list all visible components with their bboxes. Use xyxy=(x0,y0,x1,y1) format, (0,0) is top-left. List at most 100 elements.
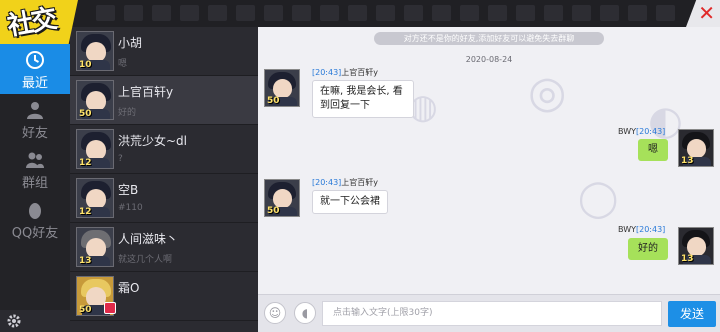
avatar: 13 xyxy=(76,227,114,267)
logo-text: 社交 xyxy=(5,4,58,42)
deco-tile xyxy=(432,5,451,21)
contact-item[interactable]: 50 霜O xyxy=(70,272,258,321)
deco-tile xyxy=(320,5,339,21)
watermark-decoration: ◎ xyxy=(528,67,567,118)
sender-name: 上官百轩y xyxy=(341,68,379,77)
nav-item-label: QQ好友 xyxy=(11,226,59,241)
contact-name: 霜O xyxy=(118,281,140,295)
contact-name: 上官百轩y xyxy=(118,85,174,99)
contact-item[interactable]: 13 人间滋味丶 就这几个人啊 xyxy=(70,223,258,272)
avatar: 12 xyxy=(76,178,114,218)
message-sender: [20:43]上官百轩y xyxy=(312,67,378,78)
friend-notice: 对方还不是你的好友,添加好友可以避免失去群聊 xyxy=(374,32,604,45)
voice-icon: ◖ xyxy=(301,306,309,320)
deco-tile xyxy=(124,5,143,21)
deco-tile xyxy=(96,5,115,21)
gear-icon[interactable] xyxy=(6,313,22,329)
date-divider: 2020-08-24 xyxy=(465,55,513,64)
level-badge: 50 xyxy=(79,305,92,315)
message-sender: [20:43]上官百轩y xyxy=(312,177,378,188)
deco-tile xyxy=(376,5,395,21)
nav-footer xyxy=(0,310,70,332)
nav-item-friends[interactable]: 好友 xyxy=(0,94,70,144)
deco-tile xyxy=(292,5,311,21)
message-bubble: 好的 xyxy=(628,238,668,260)
message-time: [20:43] xyxy=(312,68,342,77)
avatar[interactable]: 13 xyxy=(678,129,714,167)
voice-button[interactable]: ◖ xyxy=(294,302,316,324)
deco-tile xyxy=(180,5,199,21)
social-window: ✕ 社交 最近 好友 群组 QQ好友 10 小胡 嗯 50 上官百轩y 好的 1… xyxy=(0,0,720,332)
level-badge: 13 xyxy=(681,156,694,166)
contact-item[interactable]: 12 洪荒少女~dl ? xyxy=(70,125,258,174)
contact-last-message: ? xyxy=(118,154,123,164)
message-input[interactable]: 点击输入文字(上限30字) xyxy=(322,301,662,326)
avatar: 50 xyxy=(76,80,114,120)
message-sender: BWY[20:43] xyxy=(618,127,665,136)
nav-item-recent[interactable]: 最近 xyxy=(0,44,70,94)
message-time: [20:43] xyxy=(636,127,666,136)
avatar[interactable]: 50 xyxy=(264,179,300,217)
level-badge: 50 xyxy=(79,109,92,119)
avatar: 12 xyxy=(76,129,114,169)
vip-badge-icon xyxy=(104,302,116,314)
contact-last-message: 好的 xyxy=(118,108,137,118)
contact-item[interactable]: 50 上官百轩y 好的 xyxy=(70,76,258,125)
clock-icon xyxy=(26,51,44,69)
nav-item-qq-friends[interactable]: QQ好友 xyxy=(0,194,70,244)
level-badge: 50 xyxy=(267,96,280,106)
message-bubble: 嗯 xyxy=(638,139,668,161)
avatar[interactable]: 13 xyxy=(678,227,714,265)
deco-tile xyxy=(208,5,227,21)
message-sender: BWY[20:43] xyxy=(618,225,665,234)
contact-item[interactable]: 10 小胡 嗯 xyxy=(70,27,258,76)
contact-name: 洪荒少女~dl xyxy=(118,134,188,148)
contact-last-message: 嗯 xyxy=(118,59,128,69)
deco-tile xyxy=(152,5,171,21)
deco-tile xyxy=(264,5,283,21)
level-badge: 13 xyxy=(79,256,92,266)
level-badge: 12 xyxy=(79,158,92,168)
sender-name: BWY xyxy=(618,127,636,136)
deco-tile xyxy=(236,5,255,21)
contact-last-message: 就这几个人啊 xyxy=(118,255,173,265)
avatar[interactable]: 50 xyxy=(264,69,300,107)
message-bubble: 就一下公会裙 xyxy=(312,190,388,214)
contact-name: 人间滋味丶 xyxy=(118,232,179,246)
contact-item[interactable]: 12 空B #110 xyxy=(70,174,258,223)
deco-tile xyxy=(600,5,619,21)
input-bar: ☺ ◖ 点击输入文字(上限30字) 发送 xyxy=(258,294,720,332)
close-button[interactable]: ✕ xyxy=(686,0,720,27)
top-bar: ✕ xyxy=(0,0,720,27)
deco-tile xyxy=(404,5,423,21)
sender-name: BWY xyxy=(618,225,636,234)
avatar: 10 xyxy=(76,31,114,71)
level-badge: 13 xyxy=(681,254,694,264)
deco-tile xyxy=(516,5,535,21)
nav-item-label: 好友 xyxy=(21,126,48,141)
deco-tile xyxy=(348,5,367,21)
message-bubble: 在嘛, 我是会长, 看到回复一下 xyxy=(312,80,414,118)
contact-name: 空B xyxy=(118,183,139,197)
deco-tile xyxy=(488,5,507,21)
message-time: [20:43] xyxy=(312,178,342,187)
deco-tile xyxy=(544,5,563,21)
deco-tile xyxy=(628,5,647,21)
nav-item-label: 最近 xyxy=(21,76,48,91)
message-time: [20:43] xyxy=(636,225,666,234)
category-nav: 最近 好友 群组 QQ好友 xyxy=(0,27,70,332)
chat-panel: ◍ ◎ ◐ ◯ 对方还不是你的好友,添加好友可以避免失去群聊 2020-08-2… xyxy=(258,27,720,332)
watermark-decoration: ◯ xyxy=(578,177,619,219)
send-button[interactable]: 发送 xyxy=(668,301,716,327)
qq-penguin-icon xyxy=(29,203,41,219)
group-icon xyxy=(26,152,44,168)
deco-tile xyxy=(572,5,591,21)
nav-item-groups[interactable]: 群组 xyxy=(0,144,70,194)
deco-tile xyxy=(460,5,479,21)
deco-tile xyxy=(656,5,675,21)
contact-list: 10 小胡 嗯 50 上官百轩y 好的 12 洪荒少女~dl ? 12 空B #… xyxy=(70,27,258,332)
close-icon: ✕ xyxy=(698,1,715,25)
emoji-button[interactable]: ☺ xyxy=(264,302,286,324)
logo: 社交 xyxy=(0,0,78,44)
sender-name: 上官百轩y xyxy=(341,178,379,187)
